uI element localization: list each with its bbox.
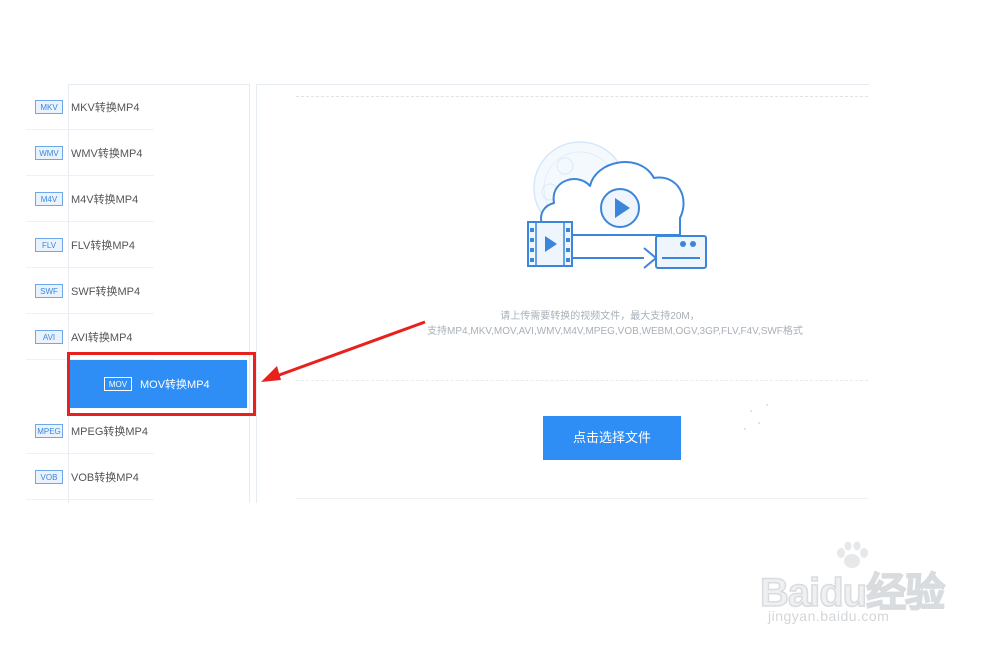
- divider: [296, 96, 868, 97]
- flv-format-icon: FLV: [35, 237, 63, 252]
- sidebar-item-label: MKV转换MP4: [71, 101, 140, 114]
- sidebar-item-wmv[interactable]: WMV WMV转换MP4: [26, 130, 154, 176]
- vob-format-icon: VOB: [35, 469, 63, 484]
- select-file-button[interactable]: 点击选择文件: [543, 416, 681, 460]
- avi-format-icon: AVI: [35, 329, 63, 344]
- upload-hint-formats: 支持MP4,MKV,MOV,AVI,WMV,M4V,MPEG,VOB,WEBM,…: [427, 326, 803, 337]
- sidebar-item-swf[interactable]: SWF SWF转换MP4: [26, 268, 154, 314]
- red-arrow-annotation-icon: [261, 320, 426, 382]
- sidebar-item-label: VOB转换MP4: [71, 471, 139, 484]
- swf-format-icon: SWF: [35, 283, 63, 298]
- mpeg-format-icon: MPEG: [35, 423, 63, 438]
- m4v-format-icon: M4V: [35, 191, 63, 206]
- mkv-format-icon: MKV: [35, 99, 63, 114]
- sidebar-item-label: FLV转换MP4: [71, 239, 135, 252]
- sidebar-item-label: WMV转换MP4: [71, 147, 143, 160]
- baidu-jingyan-watermark: Baidu经验 jingyan.baidu.com: [759, 540, 950, 630]
- divider: [296, 498, 868, 499]
- highlight-annotation-box: [67, 352, 256, 416]
- wmv-format-icon: WMV: [35, 145, 63, 160]
- sidebar-item-label: SWF转换MP4: [71, 285, 141, 298]
- sidebar-item-m4v[interactable]: M4V M4V转换MP4: [26, 176, 154, 222]
- sidebar-item-label: M4V转换MP4: [71, 193, 139, 206]
- watermark-url: jingyan.baidu.com: [768, 608, 890, 624]
- sidebar-item-flv[interactable]: FLV FLV转换MP4: [26, 222, 154, 268]
- sidebar-item-label: AVI转换MP4: [71, 331, 133, 344]
- sidebar-item-mkv[interactable]: MKV MKV转换MP4: [26, 84, 154, 130]
- sidebar-item-vob[interactable]: VOB VOB转换MP4: [26, 454, 154, 500]
- cloud-video-upload-illustration: [527, 141, 707, 269]
- sidebar-item-label: MPEG转换MP4: [71, 425, 149, 438]
- upload-hint-size: 请上传需要转换的视频文件，最大支持20M，: [500, 311, 700, 322]
